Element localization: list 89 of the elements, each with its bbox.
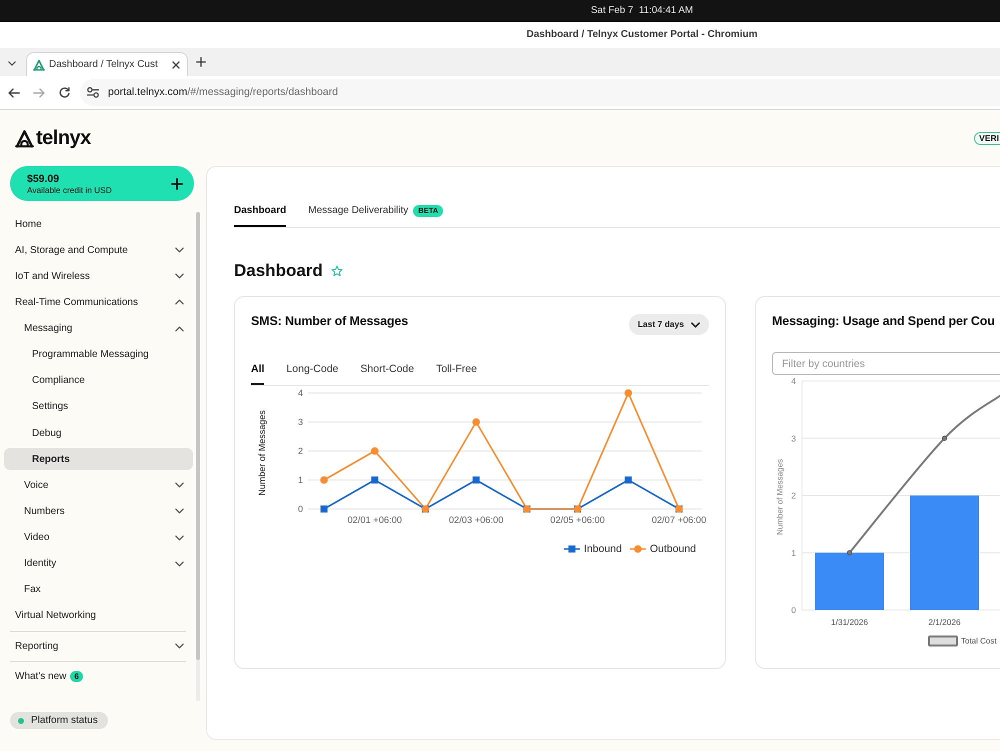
status-badge: VERI	[974, 132, 1000, 144]
status-dot-icon	[18, 718, 24, 724]
plus-icon	[171, 178, 183, 190]
legend-marker-icon	[630, 545, 646, 553]
sidebar-item[interactable]: Voice	[4, 474, 193, 496]
sidebar-item[interactable]: Debug	[4, 422, 193, 444]
axis-tick-label: 2	[298, 446, 303, 456]
chart-bar	[815, 552, 884, 610]
sidebar-item[interactable]: Identity	[4, 552, 193, 575]
data-point	[624, 389, 632, 397]
legend-label: Total Cost	[961, 636, 997, 646]
axis-label: 02/07 +06:00	[652, 515, 706, 525]
address-bar[interactable]: portal.telnyx.com/#/messaging/reports/dashboard	[80, 79, 1000, 106]
browser-tab[interactable]: Dashboard / Telnyx Cust	[26, 52, 188, 76]
sidebar-item[interactable]: What's new 6	[4, 665, 193, 688]
axis-title: Number of Messages	[257, 410, 267, 496]
sidebar-item[interactable]: IoT and Wireless	[4, 265, 193, 288]
card-title: SMS: Number of Messages	[251, 313, 408, 329]
data-point	[846, 550, 852, 556]
sidebar-item[interactable]: Fax	[4, 578, 193, 601]
data-point	[523, 505, 531, 513]
sidebar-item[interactable]: Video	[4, 526, 193, 549]
axis-tick-label: 3	[791, 433, 796, 444]
axis-tick-label: 4	[791, 376, 796, 386]
logo-icon	[33, 58, 45, 70]
sidebar-item[interactable]: Messaging	[4, 318, 193, 340]
sidebar-item[interactable]: Compliance	[4, 370, 193, 392]
legend-label: Outbound	[650, 543, 696, 555]
page-heading: Dashboard	[234, 260, 323, 282]
data-point	[624, 476, 632, 484]
axis-label: 02/01 +06:00	[347, 515, 402, 525]
site-settings-icon[interactable]	[87, 87, 99, 98]
axis-label: 1/31/2026	[831, 617, 868, 627]
reload-icon[interactable]	[59, 87, 70, 98]
forward-icon	[33, 88, 45, 98]
data-point	[942, 436, 948, 441]
tab[interactable]: Long-Code	[286, 354, 338, 385]
sidebar-item[interactable]: Reporting	[4, 635, 193, 658]
count-badge: 6	[70, 670, 83, 682]
data-point	[320, 476, 328, 484]
sidebar-item[interactable]: Programmable Messaging	[4, 344, 193, 366]
legend-marker-icon	[564, 546, 580, 552]
chevron-down-icon	[691, 322, 700, 328]
axis-tick-label: 1	[298, 475, 303, 485]
axis-tick-label: 3	[298, 417, 303, 427]
data-point	[472, 418, 480, 426]
platform-status-button[interactable]: Platform status	[10, 712, 108, 729]
logo-wordmark: telnyx	[36, 126, 91, 150]
add-credit-button[interactable]: $59.09 Available credit in USD	[10, 166, 194, 201]
plus-icon[interactable]	[196, 57, 206, 67]
sidebar-item[interactable]: Reports	[4, 448, 193, 470]
axis-label: 02/05 +06:00	[550, 515, 605, 525]
sidebar-item[interactable]: Numbers	[4, 500, 193, 522]
data-point	[320, 506, 328, 512]
axis-tick-label: 2	[791, 490, 796, 500]
sidebar-item[interactable]: Real-Time Communications	[4, 291, 193, 314]
filter-input[interactable]: Filter by countries	[772, 352, 1000, 375]
sidebar-item[interactable]: Home	[4, 213, 193, 236]
legend-marker-icon	[928, 636, 958, 646]
data-point	[574, 505, 582, 513]
data-point	[422, 505, 430, 513]
data-point	[675, 505, 683, 513]
sidebar-item[interactable]: Settings	[4, 396, 193, 418]
axis-tick-label: 0	[791, 605, 796, 615]
data-point	[370, 447, 379, 455]
window-title: Dashboard / Telnyx Customer Portal - Chromium	[526, 29, 758, 41]
chevron-down-icon[interactable]	[8, 61, 16, 66]
axis-tick-label: 1	[791, 548, 796, 558]
axis-label: 2/1/2026	[928, 617, 961, 627]
axis-label: 02/03 +06:00	[448, 515, 504, 525]
axis-tick-label: 0	[298, 504, 303, 514]
legend-label: Inbound	[584, 543, 622, 555]
back-icon[interactable]	[8, 88, 20, 98]
tab[interactable]: Toll-Free	[436, 354, 477, 385]
date-range-dropdown[interactable]: Last 7 days	[628, 314, 709, 335]
close-icon[interactable]	[172, 60, 180, 68]
clock: Sat Feb 7 11:04:41 AM	[590, 5, 694, 17]
star-icon[interactable]	[330, 265, 343, 277]
logo-icon	[15, 128, 34, 148]
axis-title: Number of Messages	[776, 458, 784, 536]
tab[interactable]: Short-Code	[360, 354, 414, 385]
tab[interactable]: Dashboard	[234, 197, 286, 227]
axis-tick-label: 4	[298, 388, 303, 398]
data-point	[472, 476, 480, 484]
card-title: Messaging: Usage and Spend per Cou	[772, 313, 995, 329]
tab[interactable]: All	[251, 354, 264, 385]
data-point	[371, 476, 378, 484]
sidebar-item[interactable]: Virtual Networking	[4, 604, 193, 627]
sidebar-item[interactable]: AI, Storage and Compute	[4, 239, 193, 262]
